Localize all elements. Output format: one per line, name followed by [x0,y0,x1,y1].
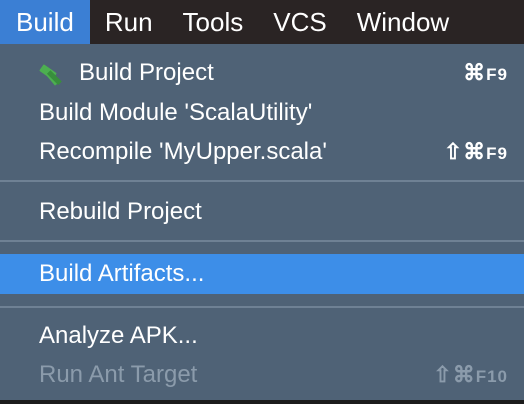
menu-item-run-ant-target: Run Ant Target ⇧⌘F10 [0,355,524,395]
menu-build[interactable]: Build [0,0,90,44]
menu-item-label: Rebuild Project [39,198,202,225]
menu-item-label: Analyze APK... [39,322,198,349]
menu-separator [0,180,524,182]
menu-item-analyze-apk[interactable]: Analyze APK... [0,316,524,356]
menu-item-recompile[interactable]: Recompile 'MyUpper.scala' ⇧⌘F9 [0,132,524,172]
menu-vcs[interactable]: VCS [258,0,341,44]
menu-window[interactable]: Window [342,0,464,44]
menu-item-label: Run Ant Target [39,361,198,388]
shortcut-label: ⇧⌘F10 [433,362,508,387]
menu-item-build-project[interactable]: Build Project ⌘F9 [0,53,524,93]
menu-run[interactable]: Run [90,0,168,44]
menu-separator [0,306,524,308]
menu-item-label: Build Project [79,59,214,86]
menu-tools[interactable]: Tools [168,0,259,44]
menu-item-rebuild-project[interactable]: Rebuild Project [0,192,524,232]
build-dropdown-menu: Build Project ⌘F9 Build Module 'ScalaUti… [0,44,524,400]
menu-item-label: Build Module 'ScalaUtility' [39,99,313,126]
menu-item-build-artifacts[interactable]: Build Artifacts... [0,254,524,294]
shortcut-label: ⌘F9 [463,60,508,85]
menu-bar: Build Run Tools VCS Window [0,0,524,44]
hammer-icon [39,64,62,86]
menu-separator [0,240,524,242]
background-strip [0,400,524,404]
shortcut-label: ⇧⌘F9 [443,139,508,164]
menu-item-label: Build Artifacts... [39,260,205,287]
menu-item-label: Recompile 'MyUpper.scala' [39,138,327,165]
menu-item-build-module[interactable]: Build Module 'ScalaUtility' [0,93,524,133]
